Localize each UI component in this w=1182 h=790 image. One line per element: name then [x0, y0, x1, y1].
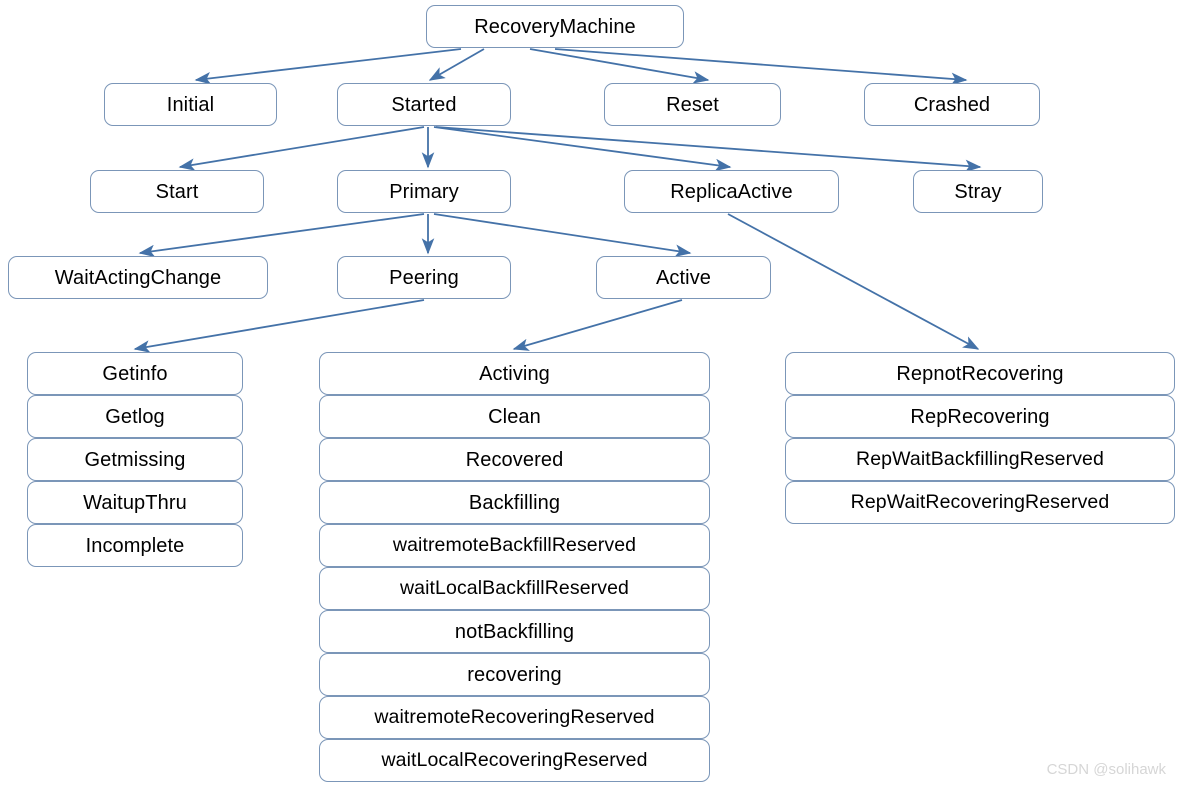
state-node-crashed[interactable]: Crashed — [864, 83, 1040, 126]
state-node-stray[interactable]: Stray — [913, 170, 1043, 213]
state-node-waitremotebackfillreserved[interactable]: waitremoteBackfillReserved — [319, 524, 710, 567]
state-node-waitlocalrecoveringreserved[interactable]: waitLocalRecoveringReserved — [319, 739, 710, 782]
edge-recoverymachine-to-crashed — [554, 48, 968, 86]
state-node-active[interactable]: Active — [596, 256, 771, 299]
state-node-recovering[interactable]: recovering — [319, 653, 710, 696]
state-node-reset[interactable]: Reset — [604, 83, 781, 126]
state-node-started[interactable]: Started — [337, 83, 511, 126]
edge-recoverymachine-to-started — [428, 48, 485, 81]
state-node-activing[interactable]: Activing — [319, 352, 710, 395]
state-node-incomplete[interactable]: Incomplete — [27, 524, 243, 567]
state-node-recoverymachine[interactable]: RecoveryMachine — [426, 5, 684, 48]
state-node-getlog[interactable]: Getlog — [27, 395, 243, 438]
state-node-waitupthru[interactable]: WaitupThru — [27, 481, 243, 524]
edge-started-to-start — [178, 126, 425, 171]
edge-peering-to-getinfo — [133, 299, 425, 353]
edge-recoverymachine-to-reset — [529, 48, 710, 84]
state-node-getinfo[interactable]: Getinfo — [27, 352, 243, 395]
state-node-start[interactable]: Start — [90, 170, 264, 213]
state-node-clean[interactable]: Clean — [319, 395, 710, 438]
state-node-replicaactive[interactable]: ReplicaActive — [624, 170, 839, 213]
state-node-waitactingchange[interactable]: WaitActingChange — [8, 256, 268, 299]
state-node-backfilling[interactable]: Backfilling — [319, 481, 710, 524]
state-node-repnotrecovering[interactable]: RepnotRecovering — [785, 352, 1175, 395]
edge-primary-to-active — [433, 213, 692, 258]
state-node-initial[interactable]: Initial — [104, 83, 277, 126]
state-node-waitremoterecoveringreserved[interactable]: waitremoteRecoveringReserved — [319, 696, 710, 739]
edge-recoverymachine-to-initial — [194, 48, 462, 85]
edge-active-to-activing — [512, 299, 683, 351]
edge-started-to-stray — [435, 126, 982, 173]
edge-started-to-replicaactive — [433, 126, 732, 172]
diagram-canvas: RecoveryMachine Initial Started Reset Crashe… — [0, 0, 1182, 790]
state-node-primary[interactable]: Primary — [337, 170, 511, 213]
state-node-peering[interactable]: Peering — [337, 256, 511, 299]
watermark: CSDN @solihawk — [1046, 761, 1166, 778]
state-node-repwaitrecoveringreserved[interactable]: RepWaitRecoveringReserved — [785, 481, 1175, 524]
state-node-getmissing[interactable]: Getmissing — [27, 438, 243, 481]
state-node-notbackfilling[interactable]: notBackfilling — [319, 610, 710, 653]
state-node-repwaitbackfillingreserved[interactable]: RepWaitBackfillingReserved — [785, 438, 1175, 481]
edge-primary-to-waitactingchange — [138, 213, 425, 258]
state-node-waitlocalbackfillreserved[interactable]: waitLocalBackfillReserved — [319, 567, 710, 610]
state-node-recovered[interactable]: Recovered — [319, 438, 710, 481]
state-node-reprecovering[interactable]: RepRecovering — [785, 395, 1175, 438]
